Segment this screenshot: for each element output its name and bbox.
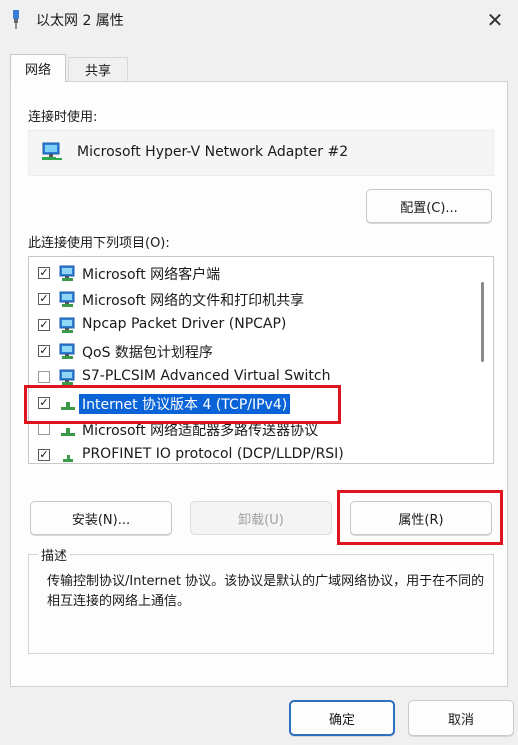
list-item[interactable]: ✓ Microsoft 网络客户端 [29, 261, 479, 287]
checkbox[interactable]: ✓ [38, 293, 50, 305]
item-label: PROFINET IO protocol (DCP/LLDP/RSI) [82, 446, 344, 462]
list-scrollbar-thumb[interactable] [481, 282, 484, 362]
protocol-icon [63, 455, 73, 462]
title-bar: 以太网 2 属性 ✕ [0, 0, 518, 40]
checkbox[interactable]: ✓ [38, 345, 50, 357]
highlight-box-ipv4 [24, 385, 341, 424]
connect-using-label: 连接时使用: [28, 110, 98, 125]
list-item[interactable]: ✓ Npcap Packet Driver (NPCAP) [29, 313, 479, 339]
adapter-name: Microsoft Hyper-V Network Adapter #2 [77, 144, 349, 160]
checkbox[interactable] [38, 371, 50, 383]
list-item[interactable]: ✓ QoS 数据包计划程序 [29, 339, 479, 365]
item-label: QoS 数据包计划程序 [82, 345, 213, 361]
network-service-icon [59, 343, 75, 359]
list-item[interactable]: ✓ Microsoft 网络的文件和打印机共享 [29, 287, 479, 313]
window-title: 以太网 2 属性 [36, 13, 124, 29]
item-label: Npcap Packet Driver (NPCAP) [82, 316, 287, 332]
checkbox[interactable] [38, 423, 50, 435]
ok-button[interactable]: 确定 [289, 700, 395, 736]
checkbox[interactable]: ✓ [38, 319, 50, 331]
list-item[interactable]: ✓ PROFINET IO protocol (DCP/LLDP/RSI) [29, 443, 479, 463]
network-adapter-icon [42, 142, 62, 160]
items-label: 此连接使用下列项目(O): [28, 236, 170, 251]
close-button[interactable]: ✕ [472, 0, 518, 40]
item-label: Microsoft 网络客户端 [82, 267, 221, 283]
cancel-button[interactable]: 取消 [408, 700, 514, 736]
network-plug-icon [13, 10, 19, 29]
install-button[interactable]: 安装(N)... [30, 501, 172, 535]
tab-sharing[interactable]: 共享 [68, 57, 128, 81]
network-service-icon [59, 291, 75, 307]
components-list[interactable]: ✓ Microsoft 网络客户端 ✓ Microsoft 网络的文件和打印机共… [28, 256, 494, 464]
network-service-icon [59, 317, 75, 333]
checkbox[interactable]: ✓ [38, 267, 50, 279]
highlight-box-properties [337, 490, 503, 545]
item-label: S7-PLCSIM Advanced Virtual Switch [82, 368, 331, 384]
configure-button[interactable]: 配置(C)... [366, 189, 492, 223]
checkbox[interactable]: ✓ [38, 449, 50, 461]
description-title: 描述 [38, 545, 71, 564]
description-text: 传输控制协议/Internet 协议。该协议是默认的广域网络协议，用于在不同的相… [47, 574, 485, 609]
tab-network[interactable]: 网络 [10, 54, 66, 82]
item-label: Microsoft 网络的文件和打印机共享 [82, 293, 305, 309]
network-client-icon [59, 265, 75, 281]
uninstall-button[interactable]: 卸载(U) [190, 501, 332, 535]
adapter-box: Microsoft Hyper-V Network Adapter #2 [28, 130, 494, 176]
